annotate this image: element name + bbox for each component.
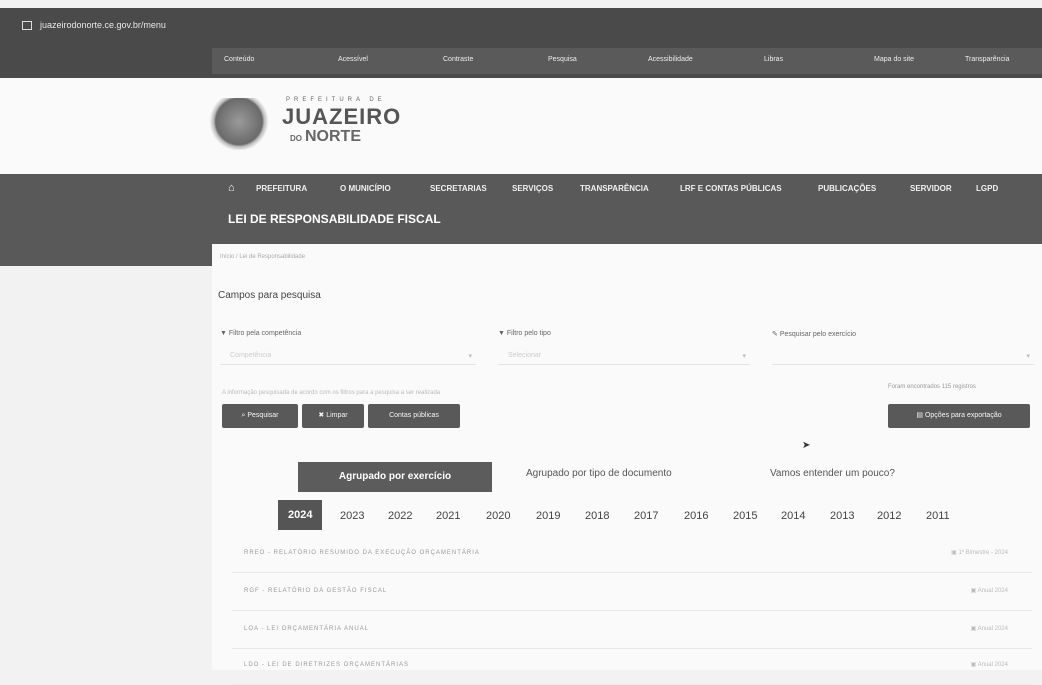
year-tab-2013[interactable]: 2013 bbox=[830, 510, 854, 522]
year-tab-2017[interactable]: 2017 bbox=[634, 510, 658, 522]
site-header bbox=[0, 78, 1042, 178]
document-row[interactable]: LDO - LEI DE DIRETRIZES ORÇAMENTÁRIAS ▣ A… bbox=[232, 648, 1032, 685]
search-exercicio-label: ✎ Pesquisar pelo exercício bbox=[772, 331, 857, 338]
document-meta: ▣ Anual 2024 bbox=[971, 625, 1008, 632]
accessibility-item[interactable]: Libras bbox=[764, 56, 783, 63]
calendar-icon: ▣ bbox=[970, 662, 978, 668]
year-tab-2023[interactable]: 2023 bbox=[340, 510, 364, 522]
clear-button[interactable]: ✖ Limpar bbox=[302, 404, 364, 428]
nav-lrf[interactable]: LRF E CONTAS PÚBLICAS bbox=[680, 184, 782, 193]
document-title: LDO - LEI DE DIRETRIZES ORÇAMENTÁRIAS bbox=[244, 662, 410, 668]
filter-tipo-label: ▼ Filtro pelo tipo bbox=[498, 330, 551, 337]
accessibility-item[interactable]: Pesquisa bbox=[548, 56, 577, 63]
browser-url[interactable]: juazeirodonorte.ce.gov.br/menu bbox=[22, 20, 166, 31]
document-meta-text: 1º Bimestre - 2024 bbox=[958, 550, 1008, 556]
export-options-button[interactable]: ▤ Opções para exportação bbox=[888, 404, 1030, 428]
calendar-icon: ▣ bbox=[970, 588, 978, 594]
mouse-cursor-icon: ➤ bbox=[802, 440, 811, 451]
year-tab-2019[interactable]: 2019 bbox=[536, 510, 560, 522]
document-meta-text: Anual 2024 bbox=[977, 662, 1008, 668]
nav-publicacoes[interactable]: PUBLICAÇÕES bbox=[818, 184, 876, 193]
nav-secretarias[interactable]: SECRETARIAS bbox=[430, 184, 487, 193]
chevron-down-icon: ▾ bbox=[1026, 353, 1030, 360]
accessibility-item[interactable]: Mapa do site bbox=[874, 56, 914, 63]
nav-prefeitura[interactable]: PREFEITURA bbox=[256, 184, 307, 193]
year-tab-2024[interactable]: 2024 bbox=[278, 500, 323, 530]
year-tab-2020[interactable]: 2020 bbox=[486, 510, 510, 522]
filter-competencia-label: ▼ Filtro pela competência bbox=[220, 330, 302, 337]
accessibility-item[interactable]: Transparência bbox=[965, 56, 1010, 63]
chevron-down-icon: ▾ bbox=[468, 353, 472, 360]
search-icon: ⌕ bbox=[241, 412, 246, 419]
document-meta: ▣ Anual 2024 bbox=[971, 587, 1008, 594]
document-title: LOA - LEI ORÇAMENTÁRIA ANUAL bbox=[244, 626, 370, 632]
tab-by-type[interactable]: Agrupado por tipo de documento bbox=[526, 468, 672, 479]
year-tab-2012[interactable]: 2012 bbox=[877, 510, 901, 522]
year-tab-2016[interactable]: 2016 bbox=[684, 510, 708, 522]
public-accounts-button[interactable]: Contas públicas bbox=[368, 404, 460, 428]
year-tab-2011[interactable]: 2011 bbox=[926, 510, 950, 522]
nav-lgpd[interactable]: LGPD bbox=[976, 184, 998, 193]
url-text: juazeirodonorte.ce.gov.br/menu bbox=[40, 20, 166, 30]
nav-municipio[interactable]: O MUNICÍPIO bbox=[340, 184, 391, 193]
logo-norte-text: DO NORTE bbox=[290, 128, 361, 145]
document-meta: ▣ 1º Bimestre - 2024 bbox=[951, 549, 1008, 556]
tab-by-year[interactable]: Agrupado por exercício bbox=[298, 462, 492, 492]
chevron-down-icon: ▾ bbox=[742, 353, 746, 360]
accessibility-item[interactable]: Acessível bbox=[338, 56, 368, 63]
nav-transparencia[interactable]: TRANSPARÊNCIA bbox=[580, 184, 649, 193]
document-meta: ▣ Anual 2024 bbox=[971, 661, 1008, 668]
calendar-icon: ▣ bbox=[970, 626, 978, 632]
document-row[interactable]: LOA - LEI ORÇAMENTÁRIA ANUAL ▣ Anual 2024 bbox=[232, 612, 1032, 649]
city-seal-logo bbox=[208, 98, 270, 150]
logo-juazeiro-text: JUAZEIRO bbox=[282, 104, 402, 129]
document-title: RREO - RELATÓRIO RESUMIDO DA EXECUÇÃO OR… bbox=[244, 550, 480, 556]
search-hint: A informação pesquisada de acordo com os… bbox=[222, 390, 441, 396]
year-tab-2014[interactable]: 2014 bbox=[781, 510, 805, 522]
document-row[interactable]: RGF - RELATÓRIO DA GESTÃO FISCAL ▣ Anual … bbox=[232, 574, 1032, 611]
breadcrumb[interactable]: Início / Lei de Responsabilidade bbox=[220, 254, 305, 260]
accessibility-item[interactable]: Contraste bbox=[443, 56, 473, 63]
trash-icon: ✖ bbox=[318, 412, 325, 419]
tipo-select[interactable]: Selecionar ▾ bbox=[498, 346, 750, 365]
document-meta-text: Anual 2024 bbox=[977, 626, 1008, 632]
document-row[interactable]: RREO - RELATÓRIO RESUMIDO DA EXECUÇÃO OR… bbox=[232, 536, 1032, 573]
exercicio-input[interactable]: ▾ bbox=[772, 346, 1034, 365]
tab-icon bbox=[22, 21, 32, 31]
accessibility-item[interactable]: Acessibilidade bbox=[648, 56, 693, 63]
nav-servicos[interactable]: SERVIÇOS bbox=[512, 184, 553, 193]
search-button[interactable]: ⌕ Pesquisar bbox=[222, 404, 298, 428]
search-heading: Campos para pesquisa bbox=[218, 290, 321, 301]
results-count: Foram encontrados 115 registros bbox=[888, 384, 976, 390]
year-tab-2015[interactable]: 2015 bbox=[733, 510, 757, 522]
competencia-select[interactable]: Competência ▾ bbox=[220, 346, 476, 365]
home-icon[interactable]: ⌂ bbox=[228, 182, 235, 194]
export-icon: ▤ bbox=[916, 412, 923, 419]
year-tab-2021[interactable]: 2021 bbox=[436, 510, 460, 522]
year-tab-2018[interactable]: 2018 bbox=[585, 510, 609, 522]
nav-servidor[interactable]: SERVIDOR bbox=[910, 184, 952, 193]
logo-prefeitura-text: PREFEITURA DE bbox=[286, 97, 386, 103]
document-title: RGF - RELATÓRIO DA GESTÃO FISCAL bbox=[244, 588, 388, 594]
document-meta-text: Anual 2024 bbox=[977, 588, 1008, 594]
tab-understand[interactable]: Vamos entender um pouco? bbox=[770, 468, 895, 479]
page-title: LEI DE RESPONSABILIDADE FISCAL bbox=[228, 212, 441, 226]
year-tab-2022[interactable]: 2022 bbox=[388, 510, 412, 522]
accessibility-bar bbox=[212, 48, 1042, 74]
accessibility-item[interactable]: Conteúdo bbox=[224, 56, 254, 63]
